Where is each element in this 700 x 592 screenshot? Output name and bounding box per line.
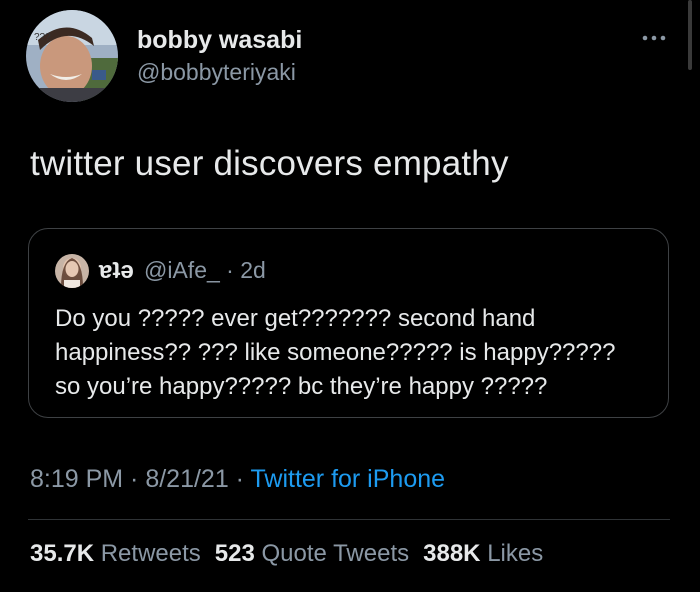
more-horizontal-icon[interactable] (636, 26, 672, 50)
quoted-author-handle-time[interactable]: @iAfe_ · 2d (144, 257, 266, 284)
retweets-stat[interactable]: 35.7K Retweets (30, 540, 201, 567)
tweet-text: twitter user discovers empathy (30, 144, 509, 183)
divider (28, 519, 670, 520)
quoted-tweet-card[interactable]: ɐʇǝ @iAfe_ · 2d Do you ????? ever get???… (28, 228, 669, 418)
avatar-caption: ??? (34, 32, 51, 43)
quote-tweets-count: 523 (214, 540, 255, 567)
quoted-tweet-text: Do you ????? ever get??????? second hand… (55, 302, 665, 404)
retweets-count: 35.7K (30, 540, 95, 567)
likes-stat[interactable]: 388K Likes (423, 540, 543, 567)
author-avatar[interactable]: ??? (26, 10, 118, 102)
quoted-author-avatar[interactable] (55, 254, 89, 288)
likes-label: Likes (487, 540, 544, 567)
scrollbar[interactable] (688, 0, 692, 70)
author-avatar-image: ??? (26, 10, 118, 102)
author-display-name[interactable]: bobby wasabi (137, 26, 302, 55)
quote-tweets-stat[interactable]: 523 Quote Tweets (215, 540, 409, 567)
likes-count: 388K (423, 540, 481, 567)
quoted-text-line: happiness?? ??? like someone????? is hap… (55, 339, 616, 366)
tweet-source-link[interactable]: Twitter for iPhone (251, 465, 446, 493)
quoted-author-name[interactable]: ɐʇǝ (99, 257, 134, 285)
tweet-timestamp[interactable]: 8:19 PM · 8/21/21 · (30, 465, 251, 493)
quoted-text-line: so you’re happy????? bc they’re happy ??… (55, 373, 548, 400)
tweet-stats: 35.7K Retweets 523 Quote Tweets 388K Likes (30, 540, 557, 568)
retweets-label: Retweets (100, 540, 201, 567)
quote-tweets-label: Quote Tweets (261, 540, 410, 567)
author-handle[interactable]: @bobbyteriyaki (137, 59, 296, 86)
quoted-text-line: Do you ????? ever get??????? second hand (55, 305, 536, 332)
tweet-metadata: 8:19 PM · 8/21/21 · Twitter for iPhone (30, 465, 445, 494)
